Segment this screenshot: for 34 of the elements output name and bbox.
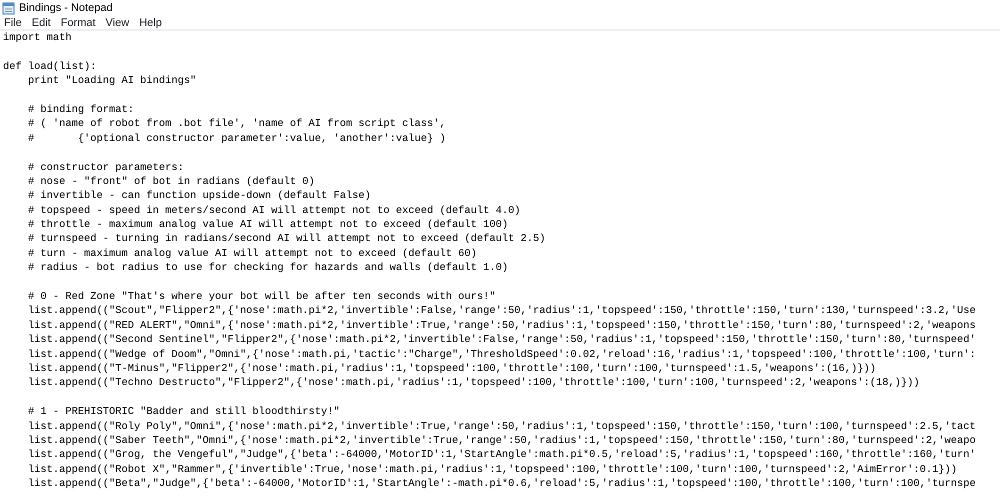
code-line: import math (3, 31, 72, 46)
code-line: list.append(("Wedge of Doom","Omni",{'nose':math.pi,'tactic':"Charge",'ThresholdSpeed':0.02,'reload':16,'radius':1,'topspeed':100,'throttle':100,'turn': (26, 348, 976, 362)
menu-item[interactable]: Edit (28, 16, 57, 29)
code-line: list.append(("Grog, the Vengeful","Judge",{'beta':-64000,'MotorID':1,'StartAngle':math.pi*0.5,'reload':5,'radius':1,'topspeed':160,'throttle':160,'turn' (26, 448, 976, 463)
code-line: print "Loading AI bindings" (26, 74, 196, 89)
code-line: # topspeed - speed in meters/second AI will attempt not to exceed (default 4.0) (26, 204, 521, 218)
menu-item[interactable]: File (0, 16, 28, 29)
code-line: # constructor parameters: (26, 160, 184, 175)
code-line: # binding format: (26, 102, 134, 118)
code-line: list.append(("Robot X","Rammer",{'invertible':True,'nose':math.pi,'radius':1,'topspeed':100,'throttle':100,'turn':100,'turnspeed':2,'AimError':0.1})) (26, 462, 958, 478)
code-line: # invertible - can function upside-down (default False) (26, 189, 371, 204)
code-line: list.append(("Scout","Flipper2",{'nose':math.pi*2,'invertible':False,'range':50,'radius':1,'topspeed':150,'throttle':150,'turn':130,'turnspeed':3.2,'Use (26, 304, 976, 319)
menu-item[interactable]: Format (56, 16, 102, 29)
code-line: # throttle - maximum analog value AI will attempt not to exceed (default 100) (26, 218, 508, 232)
code-line: list.append(("Saber Teeth","Omni",{'nose':math.pi*2,'invertible':True,'range':50,'radius':1,'topspeed':150,'throttle':150,'turn':80,'turnspeed':2,'weapo (26, 434, 976, 448)
code-line: # ( 'name of robot from .bot file', 'name of AI from script class', (26, 117, 446, 132)
code-line: list.append(("Roly Poly","Omni",{'nose':math.pi*2,'invertible':True,'range':50,'radius':1,'topspeed':150,'throttle':150,'turn':100,'turnspeed':2.5,'tact (26, 420, 976, 434)
code-line: # radius - bot radius to use for checking for hazards and walls (default 1.0) (26, 261, 508, 276)
code-line: list.append(("T-Minus","Flipper2",{'nose':math.pi,'radius':1,'topspeed':100,'throttle':100,'turn':100,'turnspeed':1.5,'weapons':(16,)})) (26, 362, 876, 376)
code-line: # {'optional constructor parameter':value, 'another':value} ) (26, 132, 446, 146)
code-line: # turn - maximum analog value AI will attempt not to exceed (default 60) (26, 246, 477, 262)
code-line: list.append(("Beta","Judge",{'beta':-64000,'MotorID':1,'StartAngle':-math.pi*0.6,'reload':5,'radius':1,'topspeed':100,'throttle':100,'turn':100,'turnspe (26, 477, 976, 492)
menu-item[interactable]: Help (135, 16, 168, 29)
code-line: list.append(("Techno Destructo","Flipper2",{'nose':math.pi,'radius':1,'topspeed':100,'throttle':100,'turn':100,'turnspeed':2,'weapons':(18,)})) (26, 376, 920, 391)
code-line: # nose - "front" of bot in radians (default 0) (26, 174, 315, 190)
code-line: # 1 - PREHISTORIC "Badder and still bloodthirsty!" (26, 405, 340, 420)
code-line: # turnspeed - turning in radians/second AI will attempt not to exceed (default 2.5) (26, 232, 546, 247)
code-line: list.append(("RED ALERT","Omni",{'nose':math.pi*2,'invertible':True,'range':50,'radius':1,'topspeed':150,'throttle':150,'turn':80,'turnspeed':2,'weapons (26, 318, 976, 334)
window-title: Bindings - Notepad (19, 1, 113, 16)
code-line: # 0 - Red Zone "That's where your bot will be after ten seconds with ours!" (26, 290, 496, 304)
code-line: list.append(("Second Sentinel","Flipper2",{'nose':math.pi*2,'invertible':False,'range':50,'radius':1,'topspeed':150,'throttle':150,'turn':80,'turnspeed' (26, 333, 976, 348)
code-line: def load(list): (3, 60, 97, 74)
notepad-icon (2, 2, 15, 14)
menu-item[interactable]: View (102, 16, 136, 29)
